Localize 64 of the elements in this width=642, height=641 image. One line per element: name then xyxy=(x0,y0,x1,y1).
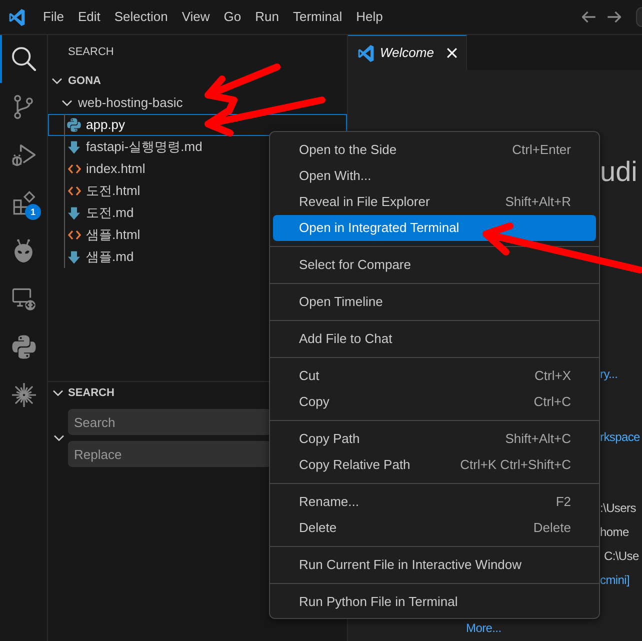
shortcut-label: Ctrl+K Ctrl+Shift+C xyxy=(460,456,571,474)
menu-item[interactable]: Open to the Side Ctrl+Enter xyxy=(273,137,596,163)
down-arrow-icon xyxy=(68,206,80,220)
right-arrow-icon[interactable] xyxy=(607,11,621,23)
branches-icon xyxy=(14,95,33,119)
search-icon xyxy=(12,47,36,71)
menu-bar-item[interactable]: Edit xyxy=(70,4,108,30)
shortcut-label: Ctrl+X xyxy=(534,367,571,386)
menu-bar-item[interactable]: Selection xyxy=(107,4,175,30)
logo-icon xyxy=(9,8,25,26)
menu-item[interactable]: Add File to Chat xyxy=(273,326,596,352)
shortcut-label: Ctrl+C xyxy=(534,393,571,412)
sidebar-title: SEARCH xyxy=(68,45,114,60)
text-fragment: home xyxy=(600,524,629,541)
editor-tab[interactable]: Welcome xyxy=(348,35,467,70)
code-brackets-icon xyxy=(68,186,80,196)
link[interactable]: rkspace xyxy=(600,425,640,449)
menu-item[interactable]: Open With... xyxy=(273,163,596,189)
menu-bar-item[interactable]: Terminal xyxy=(286,4,350,30)
menu-bar-item[interactable]: Run xyxy=(248,4,286,30)
starburst-icon xyxy=(12,383,36,407)
text-fragment: :\Users xyxy=(600,500,636,517)
shortcut-label: F2 xyxy=(556,493,571,512)
shortcut-label: Ctrl+Enter xyxy=(512,141,571,160)
play-bug-icon xyxy=(12,144,36,166)
down-arrow-icon xyxy=(68,250,80,264)
menu-item[interactable]: Delete Delete xyxy=(273,515,596,541)
monitor-icon xyxy=(12,288,36,310)
menu-item[interactable]: Run Current File in Interactive Window xyxy=(273,552,596,578)
command-center-field[interactable] xyxy=(636,7,642,27)
menu-item[interactable]: Run Python File in Terminal xyxy=(273,589,596,615)
close-icon[interactable] xyxy=(446,48,457,58)
file-tree-item[interactable]: app.py xyxy=(48,114,347,136)
menu-item[interactable]: Rename... F2 xyxy=(273,489,596,515)
menu-item[interactable]: Select for Compare xyxy=(273,252,596,278)
alien-icon xyxy=(14,239,33,263)
menu-bar-item[interactable]: View xyxy=(174,4,217,30)
folder-tree-item[interactable]: web-hosting-basic xyxy=(48,92,347,114)
code-brackets-icon xyxy=(68,164,80,174)
shortcut-label: Shift+Alt+R xyxy=(505,193,571,212)
folder-tree-item[interactable]: GONA xyxy=(48,70,347,92)
notification-badge: 1 xyxy=(25,204,41,220)
link[interactable]: More... xyxy=(466,616,502,640)
extensions-icon xyxy=(12,191,34,215)
menu-bar-item[interactable]: Go xyxy=(216,4,248,30)
left-arrow-icon[interactable] xyxy=(582,11,596,23)
link[interactable]: cmini] xyxy=(600,568,630,592)
heading-text: udi xyxy=(600,155,638,189)
text-fragment: C:\Use xyxy=(604,548,639,565)
menu-item[interactable]: Open in Integrated Terminal xyxy=(273,215,596,241)
python-icon xyxy=(67,118,81,132)
activity-bar-button[interactable]: 1 xyxy=(0,179,47,227)
link[interactable]: ry... xyxy=(600,362,618,386)
down-arrow-icon xyxy=(68,140,80,154)
code-brackets-icon xyxy=(68,230,80,240)
python-icon xyxy=(12,335,36,359)
shortcut-label: Shift+Alt+C xyxy=(505,430,571,448)
logo-icon xyxy=(358,44,374,62)
menu-item[interactable]: Open Timeline xyxy=(273,289,596,315)
menu-bar-item[interactable]: File xyxy=(36,4,71,30)
menu-item[interactable]: Reveal in File Explorer Shift+Alt+R xyxy=(273,189,596,215)
menu-item[interactable]: Cut Ctrl+X xyxy=(273,363,596,389)
menu-bar-item[interactable]: Help xyxy=(349,4,390,30)
shortcut-label: Delete xyxy=(533,519,571,538)
